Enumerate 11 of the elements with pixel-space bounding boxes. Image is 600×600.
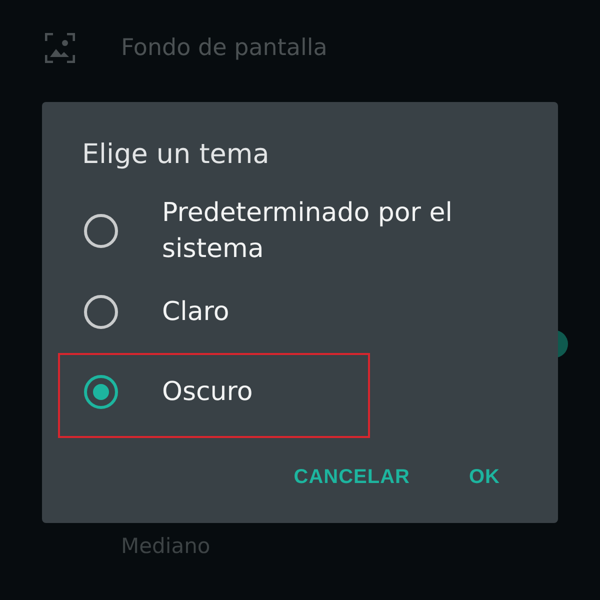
option-label[interactable]: Predeterminado por el sistema	[162, 195, 492, 267]
ok-button[interactable]: OK	[457, 456, 512, 499]
radio-button[interactable]	[84, 375, 118, 409]
option-label[interactable]: Claro	[162, 294, 230, 330]
radio-button[interactable]	[84, 214, 118, 248]
cancel-button[interactable]: CANCELAR	[282, 456, 422, 499]
dialog-title: Elige un tema	[82, 138, 270, 172]
option-label[interactable]: Oscuro	[162, 374, 253, 410]
wallpaper-label: Fondo de pantalla	[121, 34, 328, 60]
wallpaper-icon	[45, 32, 75, 62]
radio-button[interactable]	[84, 295, 118, 329]
